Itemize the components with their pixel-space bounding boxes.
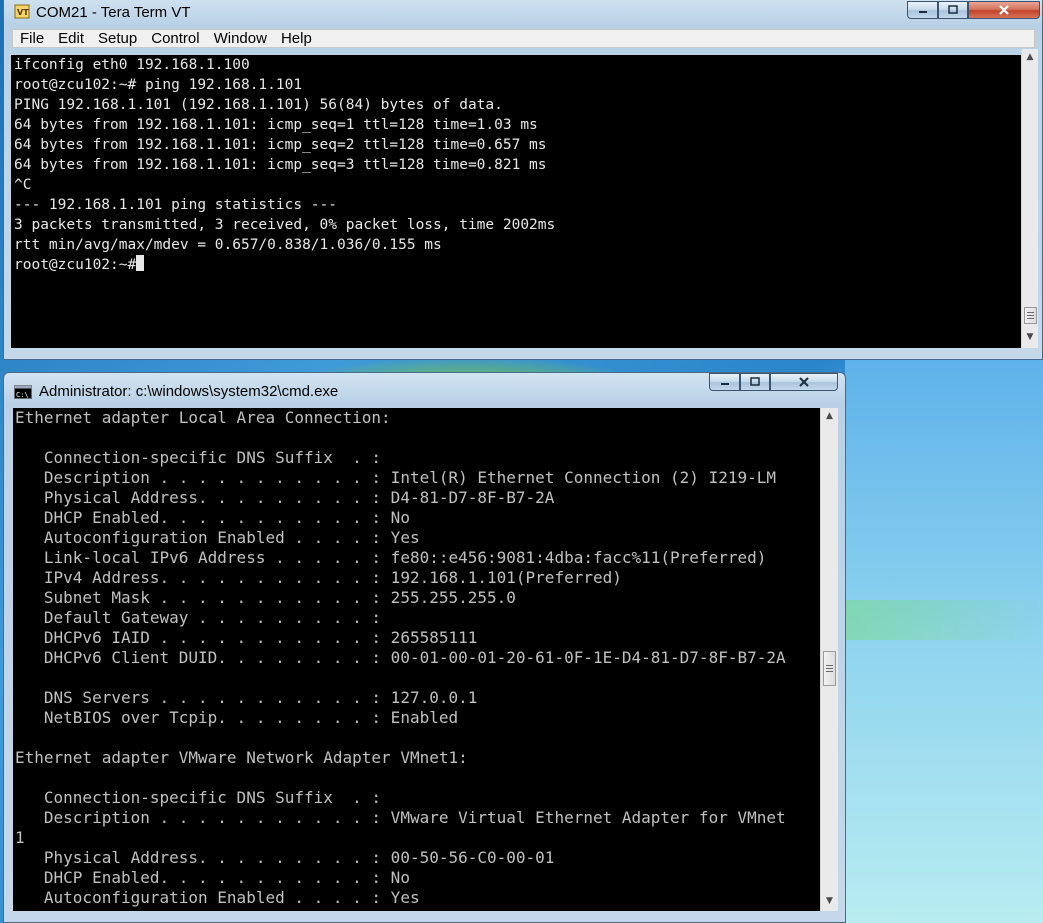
- terminal-line: root@zcu102:~# ping 192.168.1.101: [14, 77, 303, 93]
- console-line: DHCP Enabled. . . . . . . . . . . : No: [15, 868, 410, 887]
- console-line: Subnet Mask . . . . . . . . . . . : 255.…: [15, 588, 516, 607]
- scroll-thumb[interactable]: [1024, 307, 1037, 324]
- cmd-minimize-button[interactable]: [709, 373, 740, 391]
- menu-file[interactable]: File: [13, 30, 51, 47]
- console-line: Autoconfiguration Enabled . . . . : Yes: [15, 888, 420, 907]
- console-line: Description . . . . . . . . . . . : VMwa…: [15, 808, 786, 827]
- teraterm-menubar: File Edit Setup Control Window Help: [12, 29, 1035, 48]
- console-line: Default Gateway . . . . . . . . . :: [15, 608, 382, 627]
- terminal-line: 64 bytes from 192.168.1.101: icmp_seq=1 …: [14, 117, 538, 133]
- scroll-up-arrow-icon[interactable]: ▲: [821, 411, 838, 421]
- cmd-close-button[interactable]: [770, 373, 838, 391]
- console-line: Ethernet adapter VMware Network Adapter …: [15, 748, 468, 767]
- minimize-icon: [720, 383, 729, 385]
- close-icon: [799, 377, 809, 387]
- cmd-window[interactable]: C:\ Administrator: c:\windows\system32\c…: [3, 372, 846, 923]
- console-line: DNS Servers . . . . . . . . . . . : 127.…: [15, 688, 478, 707]
- teraterm-title: COM21 - Tera Term VT: [36, 4, 191, 21]
- terminal-prompt: root@zcu102:~#: [14, 257, 137, 273]
- teraterm-terminal[interactable]: ifconfig eth0 192.168.1.100 root@zcu102:…: [11, 55, 1021, 348]
- console-line: Link-local IPv6 Address . . . . . : fe80…: [15, 548, 767, 567]
- close-button[interactable]: [968, 1, 1040, 19]
- terminal-line: PING 192.168.1.101 (192.168.1.101) 56(84…: [14, 97, 503, 113]
- scroll-down-arrow-icon[interactable]: ▼: [821, 896, 838, 906]
- cmd-scrollbar[interactable]: ▲ ▼: [820, 408, 838, 911]
- console-line: NetBIOS over Tcpip. . . . . . . . : Enab…: [15, 708, 459, 727]
- maximize-icon: [750, 377, 760, 386]
- svg-text:VT: VT: [17, 8, 29, 17]
- maximize-button[interactable]: [938, 1, 968, 19]
- scroll-up-arrow-icon[interactable]: ▲: [1022, 52, 1038, 62]
- terminal-cursor: [136, 255, 145, 271]
- console-line: Physical Address. . . . . . . . . : 00-5…: [15, 848, 555, 867]
- minimize-button[interactable]: [907, 1, 938, 19]
- console-line: Connection-specific DNS Suffix . :: [15, 448, 382, 467]
- desktop-wallpaper-edge: [845, 360, 1043, 923]
- menu-setup[interactable]: Setup: [91, 30, 144, 47]
- console-line: IPv4 Address. . . . . . . . . . . : 192.…: [15, 568, 622, 587]
- scroll-thumb[interactable]: [823, 651, 836, 686]
- desktop-wallpaper-stripe: [845, 600, 1043, 640]
- terminal-line: --- 192.168.1.101 ping statistics ---: [14, 197, 338, 213]
- svg-text:C:\: C:\: [16, 391, 29, 399]
- terminal-line: ^C: [14, 177, 32, 193]
- console-line: Ethernet adapter Local Area Connection:: [15, 408, 391, 427]
- cmd-titlebar[interactable]: C:\ Administrator: c:\windows\system32\c…: [4, 373, 845, 400]
- minimize-icon: [918, 11, 927, 13]
- scroll-down-arrow-icon[interactable]: ▼: [1022, 332, 1038, 342]
- terminal-line: 64 bytes from 192.168.1.101: icmp_seq=2 …: [14, 137, 547, 153]
- menu-edit[interactable]: Edit: [51, 30, 91, 47]
- teraterm-app-icon[interactable]: VT: [14, 4, 30, 20]
- terminal-line: rtt min/avg/max/mdev = 0.657/0.838/1.036…: [14, 237, 442, 253]
- terminal-prompt-line: root@zcu102:~#: [11, 255, 1021, 275]
- cmd-title: Administrator: c:\windows\system32\cmd.e…: [39, 383, 339, 400]
- teraterm-window[interactable]: VT COM21 - Tera Term VT File Edit Setup …: [3, 0, 1043, 360]
- terminal-line: ifconfig eth0 192.168.1.100: [14, 57, 250, 73]
- close-icon: [999, 5, 1009, 15]
- cmd-console[interactable]: Ethernet adapter Local Area Connection: …: [13, 408, 820, 911]
- console-line: Description . . . . . . . . . . . : Inte…: [15, 468, 776, 487]
- teraterm-titlebar[interactable]: VT COM21 - Tera Term VT: [4, 1, 1042, 25]
- cmd-maximize-button[interactable]: [740, 373, 770, 391]
- terminal-line: 3 packets transmitted, 3 received, 0% pa…: [14, 217, 556, 233]
- console-line: Autoconfiguration Enabled . . . . : Yes: [15, 528, 420, 547]
- terminal-line: 64 bytes from 192.168.1.101: icmp_seq=3 …: [14, 157, 547, 173]
- menu-help[interactable]: Help: [274, 30, 319, 47]
- cmd-app-icon[interactable]: C:\: [14, 384, 32, 400]
- menu-window[interactable]: Window: [207, 30, 274, 47]
- console-line: DHCP Enabled. . . . . . . . . . . : No: [15, 508, 410, 527]
- console-line: DHCPv6 Client DUID. . . . . . . . : 00-0…: [15, 648, 786, 667]
- console-line: Connection-specific DNS Suffix . :: [15, 788, 382, 807]
- console-line: Physical Address. . . . . . . . . : D4-8…: [15, 488, 555, 507]
- console-line: 1: [15, 828, 25, 847]
- maximize-icon: [948, 5, 958, 14]
- console-line: DHCPv6 IAID . . . . . . . . . . . : 2655…: [15, 628, 478, 647]
- menu-control[interactable]: Control: [144, 30, 206, 47]
- teraterm-scrollbar[interactable]: ▲ ▼: [1021, 49, 1038, 348]
